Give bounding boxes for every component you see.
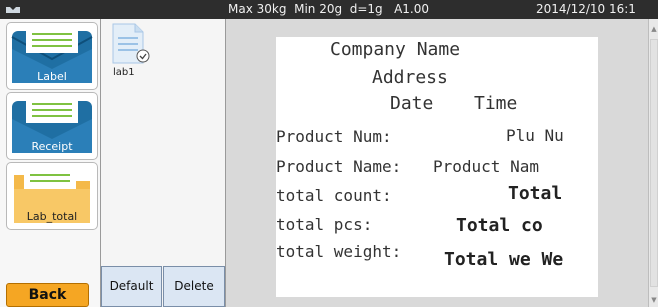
total-pcs-value: Total co	[456, 215, 543, 236]
category-label[interactable]: Label	[6, 22, 98, 90]
time-label: Time	[474, 93, 518, 114]
document-check-icon	[112, 23, 150, 64]
total-pcs-label: total pcs:	[276, 215, 373, 234]
category-receipt-text: Receipt	[31, 140, 73, 153]
scroll-thumb[interactable]	[650, 39, 658, 287]
scroll-up-arrow-icon[interactable]: ▲	[650, 25, 658, 33]
date-label: Date	[390, 93, 434, 114]
category-receipt[interactable]: Receipt	[6, 92, 98, 160]
total-count-value: Total	[508, 183, 563, 204]
product-name-label: Product Name:	[276, 157, 402, 176]
product-num-label: Product Num:	[276, 127, 392, 146]
device-logo-icon	[6, 7, 20, 13]
category-lab-total-text: Lab_total	[26, 210, 78, 223]
file-item-lab1[interactable]: lab1	[109, 23, 157, 83]
scroll-down-arrow-icon[interactable]: ▼	[650, 296, 658, 304]
scale-info: Max 30kg Min 20g d=1g A1.00	[228, 2, 430, 16]
category-label-text: Label	[37, 70, 67, 83]
default-button[interactable]: Default	[101, 266, 162, 307]
company-name: Company Name	[330, 39, 461, 60]
status-bar: Max 30kg Min 20g d=1g A1.00 2014/12/10 1…	[0, 0, 658, 19]
total-count-label: total count:	[276, 186, 392, 205]
product-num-value: Plu Nu	[506, 126, 564, 145]
product-name-value: Product Nam	[433, 157, 539, 176]
category-sidebar: Label Receipt Lab_total	[0, 19, 101, 307]
file-name: lab1	[113, 67, 135, 78]
vertical-scrollbar[interactable]: ▲ ▼	[648, 19, 658, 307]
label-preview-area: Company Name Address Date Time Product N…	[226, 19, 648, 307]
address: Address	[372, 67, 448, 88]
label-preview-paper: Company Name Address Date Time Product N…	[276, 37, 598, 297]
total-weight-value: Total we We	[444, 249, 564, 270]
back-button[interactable]: Back	[6, 283, 89, 307]
datetime: 2014/12/10 16:1	[536, 2, 636, 16]
category-lab-total[interactable]: Lab_total	[6, 162, 98, 230]
file-list-panel: lab1	[101, 19, 226, 307]
total-weight-label: total weight:	[276, 242, 402, 261]
delete-button[interactable]: Delete	[163, 266, 225, 307]
